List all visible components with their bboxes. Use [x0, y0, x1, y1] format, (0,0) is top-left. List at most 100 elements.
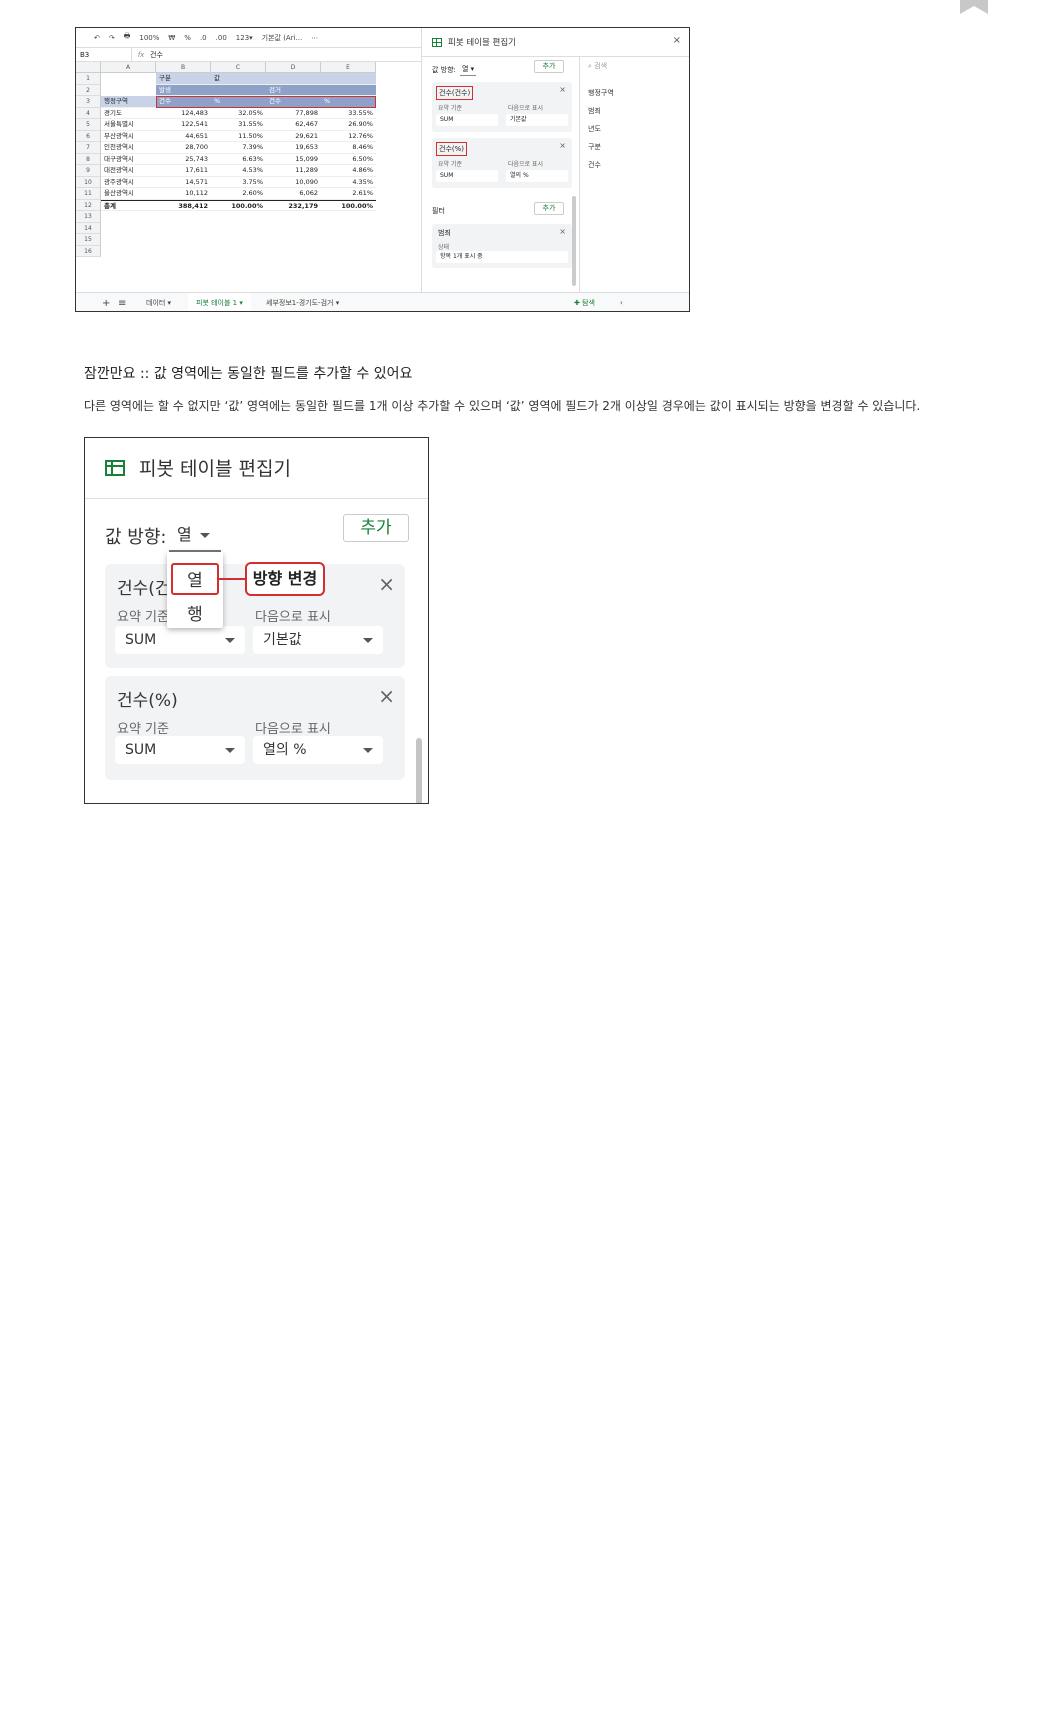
- table-cell[interactable]: 388,412: [156, 199, 211, 211]
- close-icon[interactable]: ×: [378, 684, 395, 708]
- row-header[interactable]: 14: [76, 222, 101, 234]
- direction-select[interactable]: 열 ▾: [460, 63, 477, 76]
- table-cell[interactable]: 11,289: [266, 165, 321, 177]
- show-as-select[interactable]: 기본값: [506, 114, 568, 126]
- table-cell[interactable]: 6,062: [266, 188, 321, 200]
- row-header[interactable]: 2: [76, 84, 101, 96]
- summarize-select[interactable]: SUM: [436, 170, 498, 182]
- currency-button[interactable]: ₩: [168, 34, 175, 42]
- row-header[interactable]: 10: [76, 176, 101, 188]
- print-icon[interactable]: 🖶: [124, 32, 131, 43]
- all-sheets-button[interactable]: ≡: [110, 293, 134, 311]
- column-header[interactable]: C: [211, 62, 266, 73]
- show-as-select[interactable]: 열의 %: [253, 736, 383, 764]
- corner-cell[interactable]: [76, 62, 101, 73]
- collapse-button[interactable]: ‹: [612, 293, 631, 311]
- field-item[interactable]: 범죄: [588, 102, 614, 120]
- table-cell[interactable]: 대구광역시: [101, 154, 156, 165]
- table-cell[interactable]: 경기도: [101, 108, 156, 119]
- row-header[interactable]: 7: [76, 142, 101, 154]
- table-cell[interactable]: 100.00%: [321, 199, 376, 211]
- close-icon[interactable]: ×: [559, 227, 566, 236]
- table-cell[interactable]: 33.55%: [321, 108, 376, 119]
- summarize-select[interactable]: SUM: [115, 626, 245, 654]
- table-cell[interactable]: 31.55%: [211, 119, 266, 131]
- undo-icon[interactable]: ↶: [94, 34, 100, 42]
- show-as-select[interactable]: 열의 %: [506, 170, 568, 182]
- add-filter-button[interactable]: 추가: [534, 202, 564, 215]
- table-cell[interactable]: 서울특별시: [101, 119, 156, 131]
- table-cell[interactable]: 100.00%: [211, 199, 266, 211]
- scrollbar[interactable]: [572, 196, 576, 286]
- cell[interactable]: 검거: [266, 84, 376, 96]
- table-cell[interactable]: 3.75%: [211, 177, 266, 188]
- table-cell[interactable]: 7.39%: [211, 142, 266, 154]
- field-item[interactable]: 행정구역: [588, 84, 614, 102]
- row-header[interactable]: 4: [76, 107, 101, 119]
- row-header[interactable]: 16: [76, 245, 101, 257]
- table-cell[interactable]: 광주광역시: [101, 177, 156, 188]
- tab-pivot-table[interactable]: 피봇 테이블 1 ▾: [188, 293, 251, 311]
- bookmark-icon[interactable]: [960, 0, 988, 14]
- table-cell[interactable]: 10,090: [266, 177, 321, 188]
- more-icon[interactable]: ⋯: [311, 34, 318, 42]
- summarize-select[interactable]: SUM: [115, 736, 245, 764]
- table-cell[interactable]: 4.86%: [321, 165, 376, 177]
- table-cell[interactable]: 15,099: [266, 154, 321, 165]
- table-cell[interactable]: 29,621: [266, 131, 321, 142]
- row-header[interactable]: 11: [76, 188, 101, 200]
- decrease-decimal-button[interactable]: .0: [200, 34, 207, 42]
- zoom-select[interactable]: 100%: [139, 34, 159, 42]
- formula-input[interactable]: 건수: [150, 50, 163, 60]
- table-cell[interactable]: 25,743: [156, 154, 211, 165]
- close-icon[interactable]: ×: [673, 35, 681, 46]
- row-header[interactable]: 12: [76, 199, 101, 211]
- close-icon[interactable]: ×: [559, 141, 566, 150]
- cell[interactable]: 구분: [156, 73, 211, 85]
- table-cell[interactable]: 232,179: [266, 199, 321, 211]
- direction-select[interactable]: 열: [169, 520, 221, 552]
- table-cell[interactable]: 6.50%: [321, 154, 376, 165]
- search-input[interactable]: ⌕ 검색: [588, 61, 607, 71]
- table-cell[interactable]: 4.35%: [321, 177, 376, 188]
- field-item[interactable]: 년도: [588, 120, 614, 138]
- table-cell[interactable]: 32.05%: [211, 108, 266, 119]
- column-header[interactable]: E: [321, 62, 376, 73]
- table-cell[interactable]: 14,571: [156, 177, 211, 188]
- menu-item-row[interactable]: 행: [167, 600, 223, 625]
- row-header[interactable]: 5: [76, 119, 101, 131]
- redo-icon[interactable]: ↷: [109, 34, 115, 42]
- scrollbar[interactable]: [416, 738, 422, 803]
- table-cell[interactable]: 28,700: [156, 142, 211, 154]
- table-cell[interactable]: 26.90%: [321, 119, 376, 131]
- table-cell[interactable]: 울산광역시: [101, 188, 156, 200]
- field-item[interactable]: 건수: [588, 156, 614, 174]
- table-cell[interactable]: 10,112: [156, 188, 211, 200]
- tab-data[interactable]: 데이터 ▾: [138, 293, 179, 311]
- table-cell[interactable]: 6.63%: [211, 154, 266, 165]
- row-header[interactable]: 9: [76, 165, 101, 177]
- table-cell[interactable]: 122,541: [156, 119, 211, 131]
- summarize-select[interactable]: SUM: [436, 114, 498, 126]
- column-header[interactable]: B: [156, 62, 211, 73]
- row-header[interactable]: 6: [76, 130, 101, 142]
- add-value-button[interactable]: 추가: [343, 514, 409, 542]
- tab-detail[interactable]: 세부정보1-경기도-검거 ▾: [258, 293, 347, 311]
- row-header[interactable]: 15: [76, 234, 101, 246]
- table-cell[interactable]: 4.53%: [211, 165, 266, 177]
- table-cell[interactable]: 19,653: [266, 142, 321, 154]
- table-cell[interactable]: 11.50%: [211, 131, 266, 142]
- status-select[interactable]: 항목 1개 표시 중: [436, 251, 568, 263]
- add-value-button[interactable]: 추가: [534, 60, 564, 73]
- table-cell[interactable]: 부산광역시: [101, 131, 156, 142]
- close-icon[interactable]: ×: [378, 572, 395, 596]
- table-cell[interactable]: 44,651: [156, 131, 211, 142]
- table-cell[interactable]: 총계: [101, 199, 156, 211]
- show-as-select[interactable]: 기본값: [253, 626, 383, 654]
- row-header[interactable]: 13: [76, 211, 101, 223]
- table-cell[interactable]: 62,467: [266, 119, 321, 131]
- table-cell[interactable]: 대전광역시: [101, 165, 156, 177]
- cell[interactable]: 값: [211, 73, 376, 85]
- table-cell[interactable]: 77,898: [266, 108, 321, 119]
- table-cell[interactable]: 8.46%: [321, 142, 376, 154]
